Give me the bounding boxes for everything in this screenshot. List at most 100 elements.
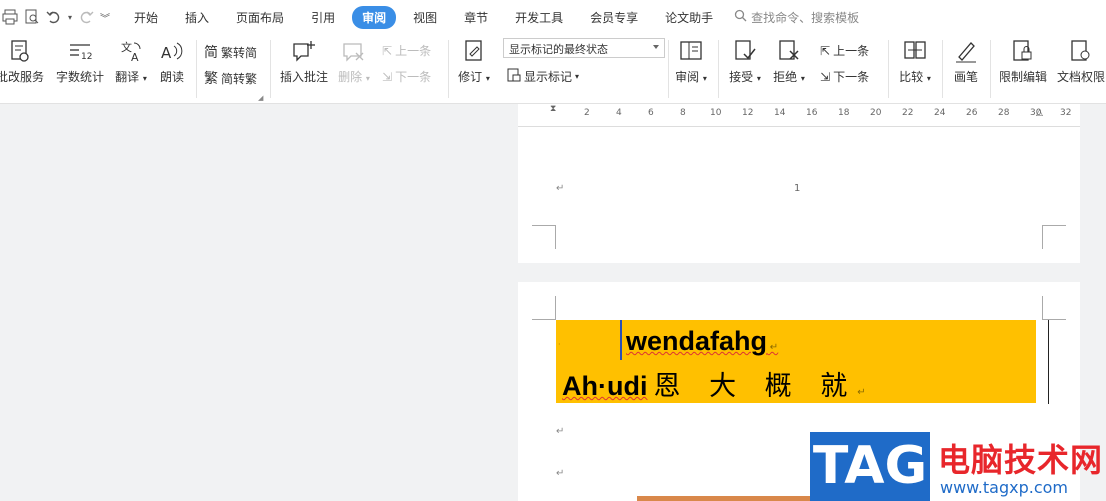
accept-label: 接受 (729, 70, 754, 84)
print-icon[interactable] (2, 7, 18, 27)
paragraph-mark-icon: ↵ (556, 183, 565, 194)
track-changes-button[interactable]: 修订 ▾ (456, 38, 492, 85)
menu-tabs: 开始 插入 页面布局 引用 审阅 视图 章节 开发工具 会员专享 论文助手 (124, 5, 730, 29)
horizontal-ruler[interactable]: ⧗ △ 2 4 6 8 10 12 14 16 18 20 22 24 26 2… (518, 104, 1080, 127)
dropdown-caret-icon: ▾ (926, 74, 931, 83)
tab-insert[interactable]: 插入 (175, 6, 219, 29)
ruler-mark: 10 (710, 108, 722, 118)
crop-mark (532, 225, 556, 249)
track-changes-icon (465, 40, 482, 61)
ruler-mark: 26 (966, 108, 978, 118)
search-icon (734, 9, 747, 25)
next-comment-button[interactable]: ⇲ 下一条 (382, 68, 431, 85)
ribbon-separator (718, 40, 719, 98)
reject-icon (779, 40, 799, 60)
ruler-mark: 22 (902, 108, 914, 118)
tab-member[interactable]: 会员专享 (580, 6, 648, 29)
simp-to-trad-button[interactable]: 繁 简转繁 (204, 68, 257, 88)
crop-mark (1042, 296, 1066, 320)
compare-label: 比较 (899, 70, 924, 84)
next-change-button[interactable]: ⇲ 下一条 (820, 68, 869, 85)
watermark-url: www.tagxp.com (940, 478, 1068, 497)
paragraph-mark-icon: ↵ (556, 468, 565, 479)
ruler-mark: 32 (1060, 108, 1072, 118)
prev-comment-button[interactable]: ⇱ 上一条 (382, 42, 431, 59)
review-pane-button[interactable]: 审阅 ▾ (672, 38, 710, 85)
ribbon-separator (990, 40, 991, 98)
tab-chapter[interactable]: 章节 (454, 6, 498, 29)
dropdown-caret-icon: ▾ (485, 74, 490, 83)
page-number: 1 (794, 183, 801, 194)
ruler-mark: 6 (648, 108, 654, 118)
document-text-line-1[interactable]: wendafahg ↵ (626, 326, 778, 357)
ruler-mark: 12 (742, 108, 754, 118)
undo-icon[interactable] (46, 7, 62, 27)
pen-icon (956, 42, 976, 63)
insert-comment-icon (293, 41, 315, 62)
menu-bar: ▾ ︾ 开始 插入 页面布局 引用 审阅 视图 章节 开发工具 会员专享 论文助… (0, 0, 1106, 34)
compare-button[interactable]: 比较 ▾ (896, 38, 934, 85)
paragraph-mark-icon: ↵ (556, 426, 565, 437)
ruler-mark: 30 (1030, 108, 1042, 118)
translate-button[interactable]: 文A 翻译 ▾ (112, 38, 150, 85)
ruler-mark: 24 (934, 108, 946, 118)
chevron-down-icon (653, 45, 659, 49)
display-mode-select[interactable]: 显示标记的最终状态 (503, 38, 665, 58)
print-preview-icon[interactable] (24, 7, 40, 27)
wps-writer-window: ▾ ︾ 开始 插入 页面布局 引用 审阅 视图 章节 开发工具 会员专享 论文助… (0, 0, 1106, 501)
document-permission-button[interactable]: 文档权限 (1054, 38, 1106, 85)
group-dialog-launcher-icon[interactable]: ◢ (258, 94, 263, 102)
right-margin-line (1048, 320, 1049, 404)
prev-change-button[interactable]: ⇱ 上一条 (820, 42, 869, 59)
ribbon-separator (668, 40, 669, 98)
tab-home[interactable]: 开始 (124, 6, 168, 29)
review-ribbon: 批改服务 123 字数统计 文A 翻译 ▾ A 朗读 简 繁转简 繁 简转繁 ◢… (0, 34, 1106, 104)
review-label: 审阅 (675, 70, 700, 84)
next-change-icon: ⇲ (820, 69, 831, 84)
ruler-mark: 28 (998, 108, 1010, 118)
ink-pen-button[interactable]: 画笔 (950, 38, 982, 85)
trad-simp-icon: 简 (204, 45, 218, 61)
track-changes-label: 修订 (458, 70, 483, 84)
svg-text:123: 123 (81, 52, 93, 62)
tab-developer[interactable]: 开发工具 (505, 6, 573, 29)
space-mark-icon: · (558, 340, 561, 349)
accept-button[interactable]: 接受 ▾ (726, 38, 764, 85)
tab-review[interactable]: 审阅 (352, 5, 397, 29)
translate-icon: 文A (121, 40, 141, 64)
svg-text:A: A (161, 44, 172, 62)
delete-comment-button[interactable]: 删除 ▾ (334, 38, 374, 85)
document-text-line-2[interactable]: Ah·udi 恩 大 概 就↵ (562, 364, 866, 403)
trad-to-simp-button[interactable]: 简 繁转简 (204, 42, 257, 62)
watermark-site-name: 电脑技术网 (938, 441, 1104, 479)
read-aloud-button[interactable]: A 朗读 (156, 38, 188, 85)
word-count-button[interactable]: 123 字数统计 (54, 38, 106, 85)
tab-page-layout[interactable]: 页面布局 (226, 6, 294, 29)
word-count-icon: 123 (70, 44, 93, 62)
show-markup-button[interactable]: 显示标记 ▾ (507, 68, 579, 85)
tab-references[interactable]: 引用 (301, 6, 345, 29)
tab-view[interactable]: 视图 (403, 6, 447, 29)
insert-comment-button[interactable]: 插入批注 (278, 38, 330, 85)
reject-button[interactable]: 拒绝 ▾ (770, 38, 808, 85)
document-page-1[interactable]: ↵ 1 (518, 127, 1080, 263)
image-edge-fragment (637, 496, 810, 501)
redo-icon[interactable] (78, 7, 94, 27)
tab-paper-assistant[interactable]: 论文助手 (655, 6, 723, 29)
more-chevron-icon[interactable]: ︾ (100, 7, 110, 27)
quick-access-toolbar: ▾ ︾ (0, 7, 110, 27)
undo-dropdown-icon[interactable]: ▾ (68, 7, 72, 27)
paragraph-mark-icon: ↵ (857, 387, 866, 398)
first-line-indent-marker-icon[interactable]: ⧗ (550, 104, 556, 114)
command-search[interactable]: 查找命令、搜索模板 (734, 9, 859, 26)
delete-label: 删除 (338, 70, 363, 84)
ribbon-separator (448, 40, 449, 98)
ribbon-separator (942, 40, 943, 98)
prev-comment-icon: ⇱ (382, 43, 393, 58)
crop-mark (532, 296, 556, 320)
next-comment-icon: ⇲ (382, 69, 393, 84)
search-placeholder: 查找命令、搜索模板 (751, 10, 860, 25)
ruler-mark: 4 (616, 108, 622, 118)
restrict-editing-button[interactable]: 限制编辑 (996, 38, 1050, 85)
correction-service-button[interactable]: 批改服务 (0, 38, 46, 85)
